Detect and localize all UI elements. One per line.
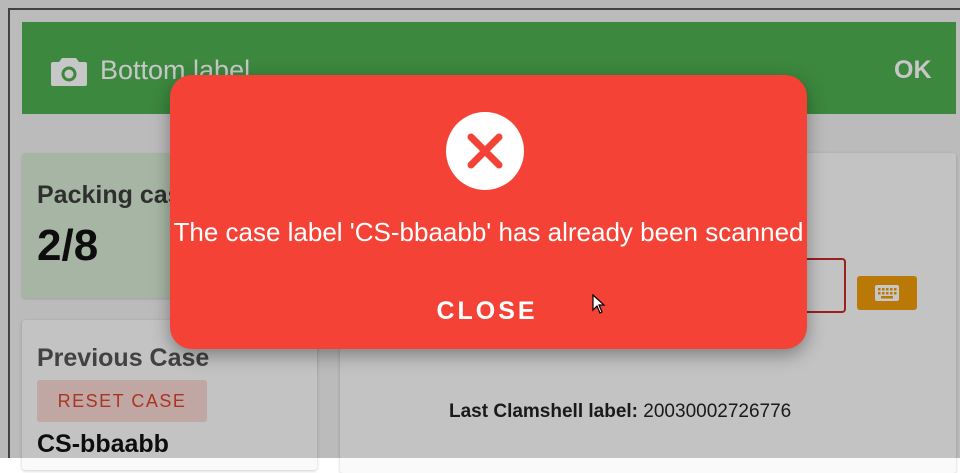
mouse-cursor-icon: [592, 294, 606, 314]
error-message: The case label 'CS-bbaabb' has already b…: [173, 217, 804, 247]
error-x-icon: [446, 112, 524, 190]
error-dialog: The case label 'CS-bbaabb' has already b…: [170, 75, 807, 349]
close-button[interactable]: CLOSE: [418, 289, 556, 333]
